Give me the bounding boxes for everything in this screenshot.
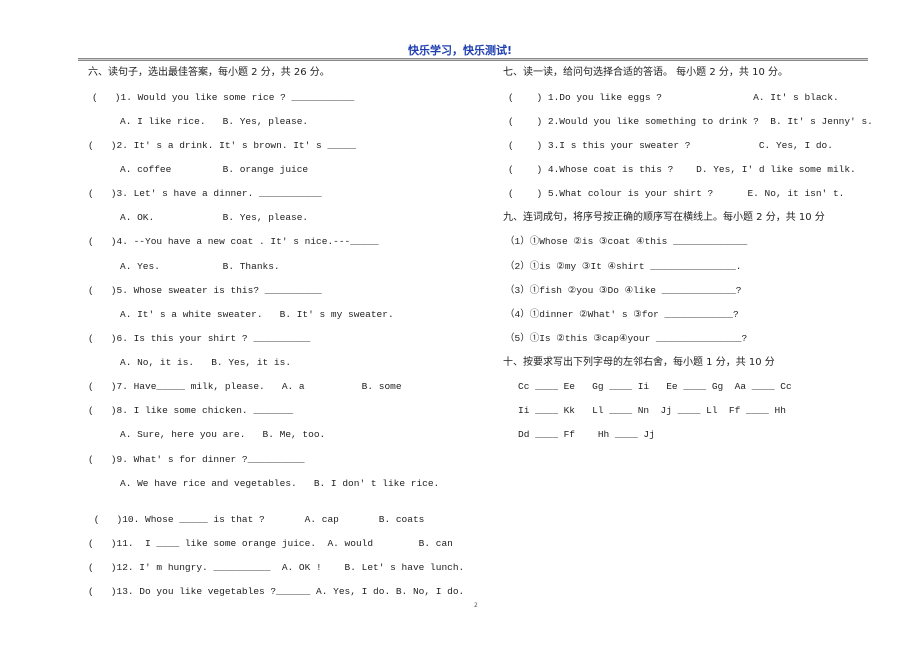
section-10-row-1: Cc ____ Ee Gg ____ Ii Ee ____ Gg Aa ____… [518, 381, 792, 392]
section-6-title: 六、读句子，选出最佳答案，每小题 2 分，共 26 分。 [88, 67, 330, 78]
section-7-item-1: ( ) 1.Do you like eggs ? A. It' s black. [508, 92, 839, 103]
section-9-item-4: （4）①dinner ②What' s ③for ____________? [505, 309, 739, 320]
question-5: ( )5. Whose sweater is this? __________ [88, 285, 322, 296]
question-7: ( )7. Have_____ milk, please. A. a B. so… [88, 381, 402, 392]
question-2: ( )2. It' s a drink. It' s brown. It' s … [88, 140, 356, 151]
question-11: ( )11. I ____ like some orange juice. A.… [88, 538, 453, 549]
question-9-options: A. We have rice and vegetables. B. I don… [120, 478, 440, 489]
question-12: ( )12. I' m hungry. __________ A. OK ! B… [88, 562, 465, 573]
section-7-item-2: ( ) 2.Would you like something to drink … [508, 116, 873, 127]
section-9-item-3: （3）①fish ②you ③Do ④like _____________? [505, 285, 742, 296]
page-header-title: 快乐学习，快乐测试! [407, 44, 513, 57]
section-10-title: 十、按要求写出下列字母的左邻右舍，每小题 1 分，共 10 分 [503, 357, 775, 368]
question-3: ( )3. Let' s have a dinner. ___________ [88, 188, 322, 199]
question-10: ( )10. Whose _____ is that ? A. cap B. c… [88, 514, 425, 525]
question-1-options: A. I like rice. B. Yes, please. [120, 116, 309, 127]
section-7-item-3: ( ) 3.I s this your sweater ? C. Yes, I … [508, 140, 833, 151]
question-3-options: A. OK. B. Yes, please. [120, 212, 309, 223]
question-1: ( )1. Would you like some rice ? _______… [92, 92, 355, 103]
section-9-item-5: （5）①Is ②this ③cap④your _______________? [505, 333, 748, 344]
section-7-title: 七、读一读，给问句选择合适的答语。 每小题 2 分，共 10 分。 [503, 67, 788, 78]
question-5-options: A. It' s a white sweater. B. It' s my sw… [120, 309, 394, 320]
question-13: ( )13. Do you like vegetables ?______ A.… [88, 586, 465, 597]
question-8: ( )8. I like some chicken. _______ [88, 405, 294, 416]
question-6: ( )6. Is this your shirt ? __________ [88, 333, 311, 344]
section-9-title: 九、连词成句，将序号按正确的顺序写在横线上。每小题 2 分，共 10 分 [503, 212, 825, 223]
section-9-item-2: （2）①is ②my ③It ④shirt _______________. [505, 261, 742, 272]
section-9-item-1: （1）①Whose ②is ③coat ④this _____________ [505, 236, 748, 247]
section-7-item-4: ( ) 4.Whose coat is this ? D. Yes, I' d … [508, 164, 856, 175]
question-4: ( )4. --You have a new coat . It' s nice… [88, 236, 379, 247]
section-7-item-5: ( ) 5.What colour is your shirt ? E. No,… [508, 188, 845, 199]
question-6-options: A. No, it is. B. Yes, it is. [120, 357, 292, 368]
question-4-options: A. Yes. B. Thanks. [120, 261, 280, 272]
header-divider [78, 58, 868, 61]
page-number: 2 [474, 602, 478, 609]
section-10-row-3: Dd ____ Ff Hh ____ Jj [518, 429, 655, 440]
question-8-options: A. Sure, here you are. B. Me, too. [120, 429, 326, 440]
question-2-options: A. coffee B. orange juice [120, 164, 309, 175]
section-10-row-2: Ii ____ Kk Ll ____ Nn Jj ____ Ll Ff ____… [518, 405, 786, 416]
question-9: ( )9. What' s for dinner ?__________ [88, 454, 305, 465]
